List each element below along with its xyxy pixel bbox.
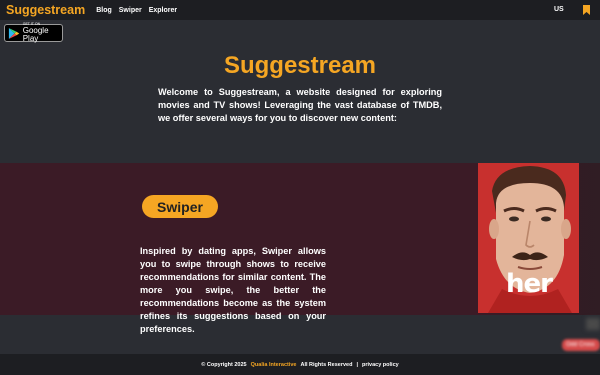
top-navigation-bar: Suggestream Blog Swiper Explorer US — [0, 0, 600, 20]
footer-rights: All Rights Reserved — [300, 361, 353, 368]
footer-privacy-link[interactable]: privacy policy — [362, 362, 399, 368]
footer-company-link[interactable]: Qualia Interactive — [251, 362, 297, 368]
swiper-description: Inspired by dating apps, Swiper allows y… — [140, 246, 326, 334]
nav-link-swiper[interactable]: Swiper — [119, 7, 142, 14]
google-play-badge[interactable]: GET IT ON Google Play — [4, 23, 63, 43]
bookmark-icon[interactable] — [583, 5, 590, 15]
footer-separator: | — [356, 361, 358, 368]
google-play-icon — [8, 27, 20, 39]
footer: © Copyright 2025 Qualia Interactive All … — [0, 354, 600, 375]
next-poster-preview[interactable] — [586, 318, 600, 330]
page-title: Suggestream — [223, 52, 377, 79]
nav-link-blog[interactable]: Blog — [96, 7, 112, 14]
side-chip[interactable]: Odd Cross — [562, 339, 600, 351]
footer-copyright: © Copyright 2025 — [201, 361, 247, 368]
movie-poster[interactable]: her — [478, 163, 579, 313]
nav-link-explorer[interactable]: Explorer — [149, 7, 177, 14]
poster-title: her — [506, 269, 553, 299]
badge-store-name: Google Play — [22, 25, 49, 43]
brand-logo[interactable]: Suggestream — [6, 3, 85, 17]
main-nav: Blog Swiper Explorer — [96, 7, 177, 14]
region-selector[interactable]: US — [554, 6, 564, 13]
swiper-feature-button[interactable]: Swiper — [142, 195, 218, 218]
intro-paragraph: Welcome to Suggestream, a website design… — [158, 87, 442, 123]
